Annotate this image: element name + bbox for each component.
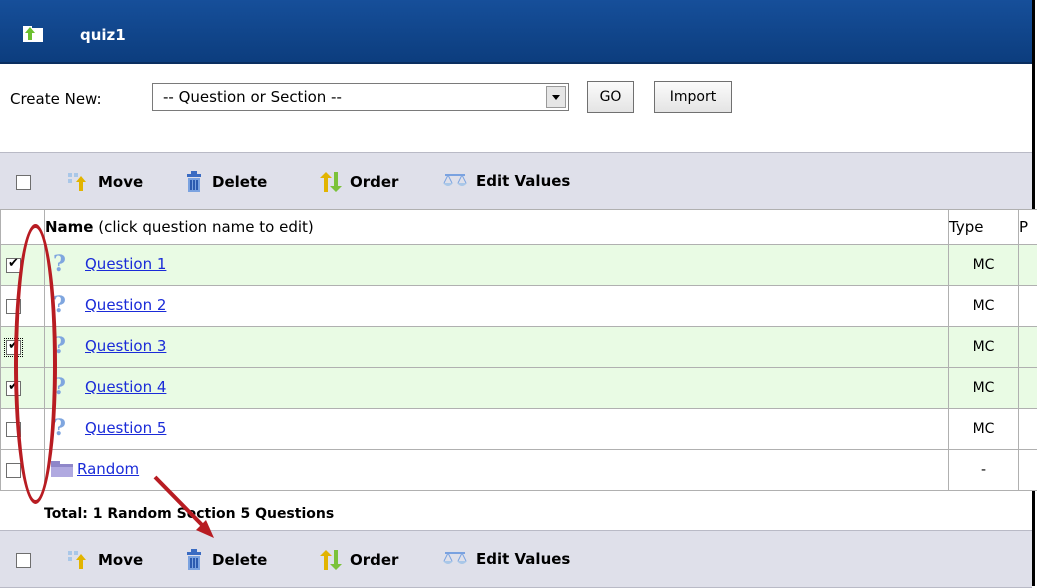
annotation-arrow	[153, 475, 214, 538]
